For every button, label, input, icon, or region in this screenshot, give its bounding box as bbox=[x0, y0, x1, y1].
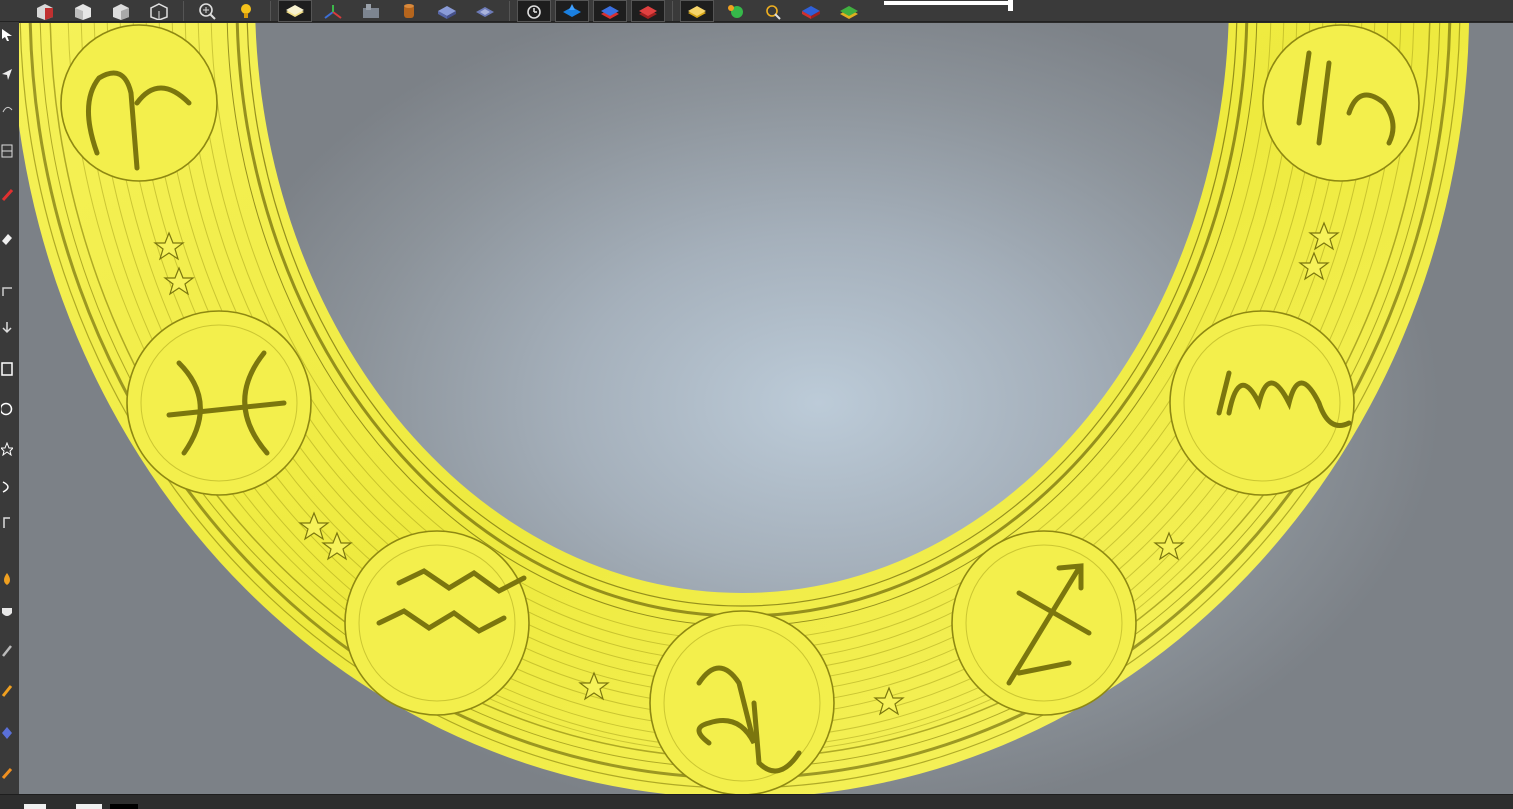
status-swatch[interactable] bbox=[76, 804, 102, 809]
blue-diamond-icon[interactable] bbox=[0, 724, 14, 742]
corner-icon[interactable] bbox=[0, 282, 14, 300]
shield-icon[interactable] bbox=[0, 604, 14, 622]
status-swatch[interactable] bbox=[24, 804, 46, 809]
frame-icon[interactable] bbox=[0, 142, 14, 160]
toolbar-separator bbox=[270, 0, 271, 21]
view-cube-iso-icon[interactable] bbox=[142, 0, 176, 22]
component-icon[interactable] bbox=[354, 0, 388, 22]
layers-icon[interactable] bbox=[593, 0, 627, 22]
block-icon[interactable] bbox=[430, 0, 464, 22]
status-swatch[interactable] bbox=[110, 804, 138, 809]
pen-icon[interactable] bbox=[0, 186, 14, 204]
pencil-icon[interactable] bbox=[0, 642, 14, 660]
flip-icon[interactable] bbox=[0, 318, 14, 336]
toolbar-separator bbox=[672, 0, 673, 21]
zoom-icon[interactable] bbox=[191, 0, 225, 22]
left-toolbar bbox=[0, 22, 20, 794]
star-icon[interactable] bbox=[0, 440, 14, 458]
green-layers-icon[interactable] bbox=[832, 0, 866, 22]
select-arrow-icon[interactable] bbox=[0, 26, 14, 44]
light-icon[interactable] bbox=[229, 0, 263, 22]
cylinder-icon[interactable] bbox=[392, 0, 426, 22]
bracket-icon[interactable] bbox=[0, 514, 14, 532]
red-layers-icon[interactable] bbox=[631, 0, 665, 22]
orange-brush-icon[interactable] bbox=[0, 764, 14, 782]
axis-icon[interactable] bbox=[316, 0, 350, 22]
main-toolbar bbox=[0, 0, 1513, 22]
circle-icon[interactable] bbox=[0, 400, 14, 418]
view-cube-front-icon[interactable] bbox=[28, 0, 62, 22]
toolbar-separator bbox=[183, 0, 184, 21]
green-sphere-icon[interactable] bbox=[718, 0, 752, 22]
view-cube-side-icon[interactable] bbox=[104, 0, 138, 22]
rectangle-icon[interactable] bbox=[0, 360, 14, 378]
eraser-icon[interactable] bbox=[0, 230, 14, 248]
blue-red-cube-icon[interactable] bbox=[794, 0, 828, 22]
transform-icon[interactable] bbox=[0, 100, 14, 118]
drop-icon[interactable] bbox=[0, 570, 14, 588]
blue-relief-icon[interactable] bbox=[555, 0, 589, 22]
zodiac-ring-relief bbox=[19, 23, 1469, 794]
magnify-icon[interactable] bbox=[756, 0, 790, 22]
plane-icon[interactable] bbox=[468, 0, 502, 22]
libra-medallion bbox=[1262, 24, 1420, 182]
node-edit-icon[interactable] bbox=[0, 66, 14, 84]
scorpio-medallion bbox=[1169, 310, 1355, 496]
zoom-slider-thumb[interactable] bbox=[1008, 0, 1013, 11]
arc-icon[interactable] bbox=[0, 478, 14, 496]
toolbar-separator bbox=[509, 0, 510, 21]
orange-pencil-icon[interactable] bbox=[0, 682, 14, 700]
view-cube-back-icon[interactable] bbox=[66, 0, 100, 22]
history-icon[interactable] bbox=[517, 0, 551, 22]
yellow-layer-icon[interactable] bbox=[680, 0, 714, 22]
zoom-slider[interactable] bbox=[884, 0, 1013, 11]
status-bar bbox=[0, 794, 1513, 809]
3d-viewport[interactable] bbox=[19, 23, 1513, 794]
layer-icon[interactable] bbox=[278, 0, 312, 22]
